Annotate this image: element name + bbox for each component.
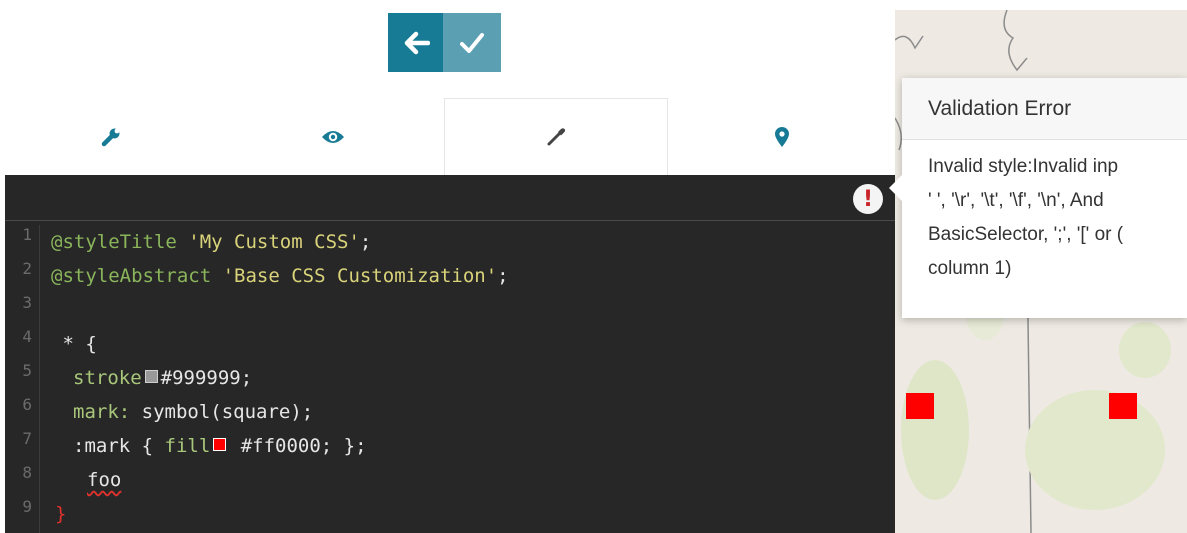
eye-icon xyxy=(322,130,344,143)
code-line-1: @styleTitle 'My Custom CSS'; xyxy=(51,225,371,259)
property-name: stroke xyxy=(73,367,142,389)
confirm-button[interactable] xyxy=(443,13,501,72)
eyedropper-icon xyxy=(547,128,566,146)
css-editor[interactable]: ! 1 2 3 4 5 6 7 8 9 @styleTitle 'My Cust… xyxy=(5,175,895,533)
code-line-8: foo xyxy=(87,463,121,497)
code-line-5: stroke #999999; xyxy=(73,361,252,395)
property-value: #ff0000; }; xyxy=(229,435,367,457)
pseudo-selector: :mark { xyxy=(73,435,165,457)
line-number: 2 xyxy=(22,259,32,278)
arrow-left-icon xyxy=(404,31,430,54)
popover-body: Invalid style:Invalid inp ' ', '\r', '\t… xyxy=(928,150,1187,286)
line-number: 5 xyxy=(22,361,32,380)
error-token: foo xyxy=(87,469,122,491)
back-button[interactable] xyxy=(388,13,443,72)
popover-title: Validation Error xyxy=(902,78,1187,140)
style-tabs xyxy=(0,98,895,175)
tab-preview[interactable] xyxy=(222,98,444,175)
map-feature-marker[interactable] xyxy=(906,393,934,419)
line-number: 7 xyxy=(22,429,32,448)
error-marker-icon[interactable]: ! xyxy=(853,184,883,214)
tab-style-editor[interactable] xyxy=(444,98,668,175)
map-pin-icon xyxy=(774,126,789,147)
validation-error-popover: Validation Error Invalid style:Invalid i… xyxy=(889,78,1187,318)
error-message-line: ' ', '\r', '\t', '\f', '\n', And xyxy=(928,190,1104,211)
line-number: 6 xyxy=(22,395,32,414)
code-line-9: } xyxy=(55,503,67,525)
tab-location[interactable] xyxy=(668,98,895,175)
code-line-6: mark: symbol(square); xyxy=(73,395,313,429)
string-literal: 'My Custom CSS' xyxy=(188,231,360,253)
code-line-4: * { xyxy=(51,333,97,355)
property-name: fill xyxy=(164,435,211,457)
line-number: 1 xyxy=(22,225,32,244)
check-icon xyxy=(460,32,484,53)
at-rule-keyword: @styleAbstract xyxy=(51,265,212,287)
code-line-2: @styleAbstract 'Base CSS Customization'; xyxy=(51,259,509,293)
at-rule-keyword: @styleTitle xyxy=(51,231,177,253)
line-number: 3 xyxy=(22,293,32,312)
color-swatch-icon[interactable] xyxy=(144,370,158,383)
error-message-line: BasicSelector, ';', '[' or ( xyxy=(928,224,1124,245)
error-message-line: column 1) xyxy=(928,258,1012,279)
line-number-gutter: 1 2 3 4 5 6 7 8 9 xyxy=(5,225,40,533)
line-number: 4 xyxy=(22,327,32,346)
semicolon: ; xyxy=(359,231,372,253)
line-number: 9 xyxy=(22,497,32,516)
map-feature-marker[interactable] xyxy=(1109,393,1137,419)
tab-settings[interactable] xyxy=(0,98,222,175)
error-message-line: Invalid style:Invalid inp xyxy=(928,156,1119,177)
string-literal: 'Base CSS Customization' xyxy=(222,265,498,287)
color-swatch-icon[interactable] xyxy=(213,438,227,451)
semicolon: ; xyxy=(497,265,509,287)
property-value: #999999; xyxy=(160,367,253,389)
wrench-icon xyxy=(101,128,120,146)
popover-arrow xyxy=(889,175,902,201)
editor-toolbar: ! xyxy=(5,175,895,221)
code-line-7: :mark { fill #ff0000; }; xyxy=(73,429,367,463)
line-number: 8 xyxy=(22,463,32,482)
code-area[interactable]: @styleTitle 'My Custom CSS'; @styleAbstr… xyxy=(51,225,891,533)
action-buttons xyxy=(388,13,501,72)
property-name: mark: xyxy=(73,401,131,423)
property-value: symbol(square); xyxy=(130,401,314,423)
